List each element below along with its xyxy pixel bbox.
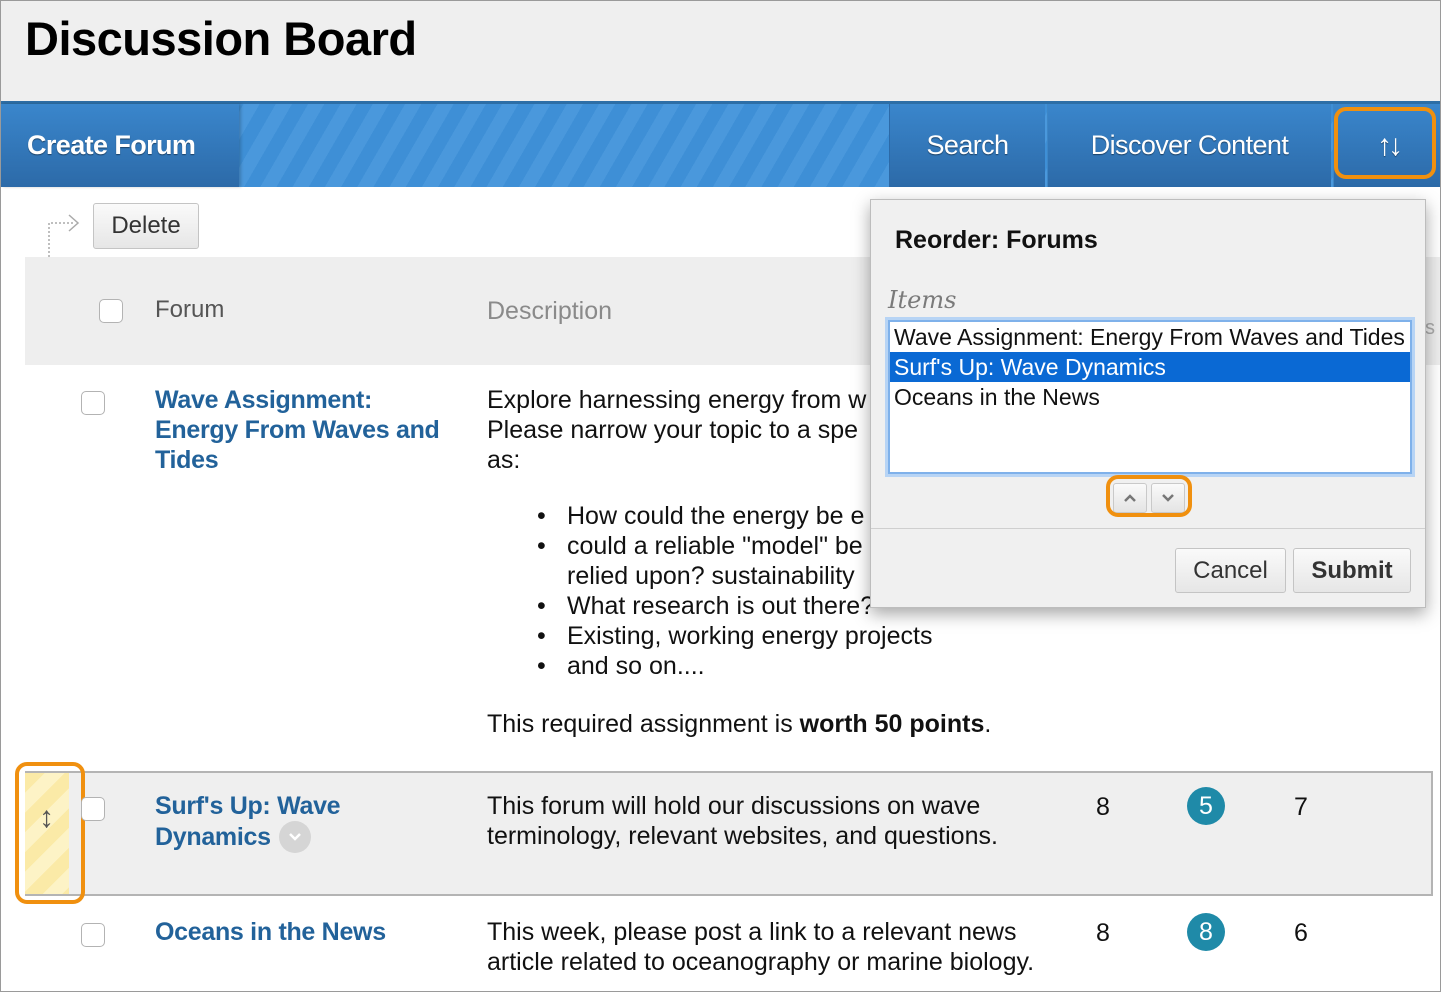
reorder-button[interactable]: ↑↓ <box>1333 104 1440 187</box>
select-all-checkbox[interactable] <box>99 299 123 323</box>
submit-button[interactable]: Submit <box>1293 548 1411 593</box>
action-bar: Create Forum Search Discover Content ↑↓ <box>1 101 1440 187</box>
hidden-column-header-fragment: s <box>1425 317 1435 339</box>
move-up-button[interactable] <box>1113 483 1147 513</box>
unread-posts-badge[interactable]: 8 <box>1187 913 1225 951</box>
item-menu-chevron-icon[interactable] <box>278 821 311 853</box>
discussion-board-page: Discussion Board Create Forum Search Dis… <box>0 0 1441 992</box>
reorder-dialog: Reorder: Forums Items Wave Assignment: E… <box>870 199 1426 608</box>
column-header-forum[interactable]: Forum <box>155 296 224 324</box>
participants-count: 7 <box>1294 793 1308 821</box>
move-down-icon <box>1162 494 1174 502</box>
total-posts: 8 <box>1096 793 1110 821</box>
forum-link[interactable]: Oceans in the News <box>155 917 386 947</box>
row-checkbox[interactable] <box>81 797 105 821</box>
page-title: Discussion Board <box>25 12 417 65</box>
cancel-button[interactable]: Cancel <box>1175 548 1286 593</box>
search-button[interactable]: Search <box>889 104 1045 187</box>
move-down-button[interactable] <box>1151 483 1185 513</box>
create-forum-button[interactable]: Create Forum <box>1 104 239 187</box>
dialog-divider <box>871 528 1425 529</box>
move-buttons <box>1113 483 1185 513</box>
forum-description: This week, please post a link to a relev… <box>487 918 1035 976</box>
items-label: Items <box>888 286 957 314</box>
reorder-item[interactable]: Oceans in the News <box>890 382 1410 412</box>
reorder-arrows-icon: ↑↓ <box>1377 128 1403 162</box>
reorder-item[interactable]: Wave Assignment: Energy From Waves and T… <box>890 322 1410 352</box>
column-header-description[interactable]: Description <box>487 296 612 326</box>
move-up-icon <box>1124 494 1136 502</box>
discover-content-button[interactable]: Discover Content <box>1047 104 1331 187</box>
list-actions-arrow-icon <box>48 214 80 257</box>
reorder-item-selected[interactable]: Surf's Up: Wave Dynamics <box>890 352 1410 382</box>
forum-link[interactable]: Surf's Up: Wave Dynamics <box>155 791 341 853</box>
participants-count: 6 <box>1294 919 1308 947</box>
unread-posts-badge[interactable]: 5 <box>1187 787 1225 825</box>
delete-button[interactable]: Delete <box>93 203 199 249</box>
forum-description: This forum will hold our discussions on … <box>487 792 998 850</box>
page-header: Discussion Board <box>1 1 1440 101</box>
dialog-title: Reorder: Forums <box>895 226 1098 254</box>
total-posts: 8 <box>1096 919 1110 947</box>
row-checkbox[interactable] <box>81 391 105 415</box>
assignment-note: This required assignment is worth 50 poi… <box>487 710 992 738</box>
row-checkbox[interactable] <box>81 923 105 947</box>
drag-vertical-arrows-icon[interactable]: ↕ <box>39 801 54 835</box>
forum-link[interactable]: Wave Assignment: Energy From Waves and T… <box>155 385 440 475</box>
reorder-items-listbox[interactable]: Wave Assignment: Energy From Waves and T… <box>888 320 1412 474</box>
